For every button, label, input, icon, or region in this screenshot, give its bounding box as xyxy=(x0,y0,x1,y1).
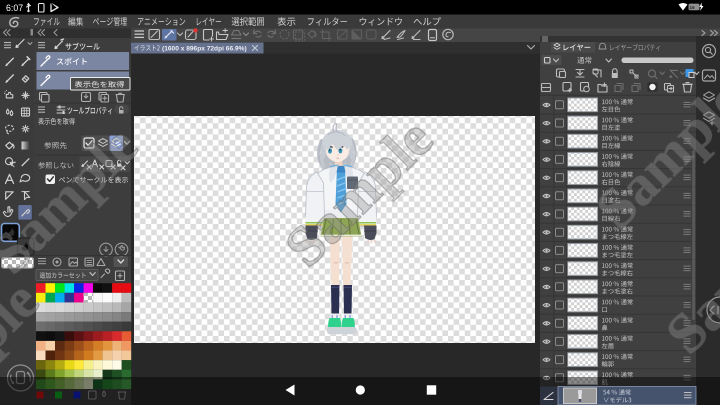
svg-text:6:07: 6:07 xyxy=(6,3,23,13)
svg-text:16: 16 xyxy=(689,5,695,11)
svg-text:(1600 x 896px 72dpi 66.9%): (1600 x 896px 72dpi 66.9%) xyxy=(162,45,247,52)
